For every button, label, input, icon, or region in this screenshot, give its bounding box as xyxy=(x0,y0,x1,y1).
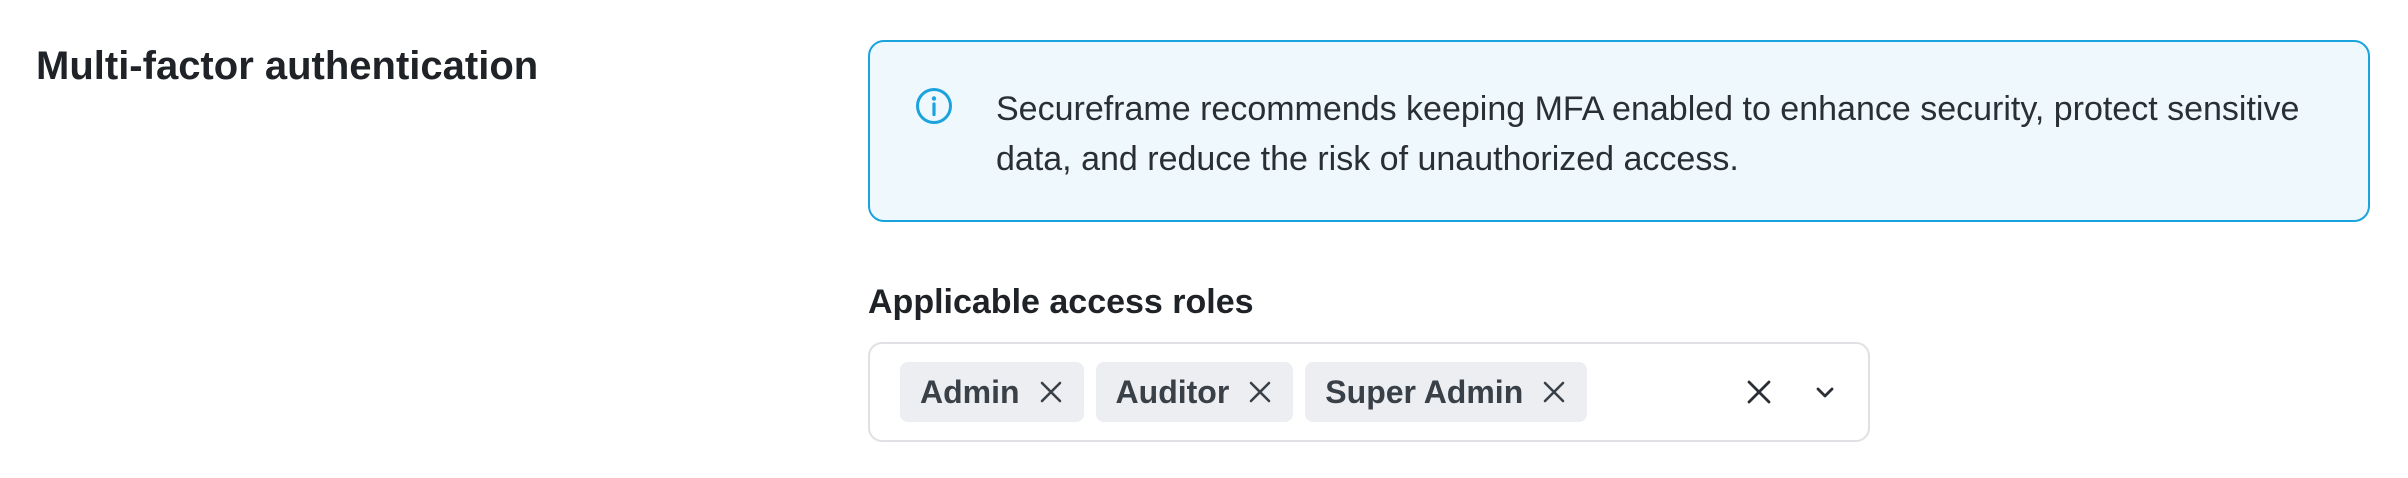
info-banner-text: Secureframe recommends keeping MFA enabl… xyxy=(996,90,2300,178)
chevron-down-icon[interactable] xyxy=(1808,375,1842,409)
role-chip-label: Auditor xyxy=(1115,373,1230,410)
section-title: Multi-factor authentication xyxy=(36,44,539,88)
role-chip-label: Admin xyxy=(920,373,1020,410)
close-icon[interactable] xyxy=(1742,375,1776,409)
close-icon[interactable] xyxy=(1038,379,1064,405)
mfa-settings-panel: Secureframe recommends keeping MFA enabl… xyxy=(868,40,2372,442)
role-chip-label: Super Admin xyxy=(1325,373,1524,410)
selected-roles: Admin Auditor Super Admin xyxy=(900,362,1588,422)
role-chip-admin: Admin xyxy=(900,362,1084,422)
close-icon[interactable] xyxy=(1247,379,1273,405)
access-roles-multiselect[interactable]: Admin Auditor Super Admin xyxy=(868,342,1870,442)
multiselect-controls xyxy=(1742,344,1842,440)
role-chip-auditor: Auditor xyxy=(1095,362,1294,422)
info-banner: Secureframe recommends keeping MFA enabl… xyxy=(868,40,2370,222)
settings-page: Multi-factor authentication Secureframe … xyxy=(0,0,2408,478)
info-icon xyxy=(914,86,954,126)
access-roles-label: Applicable access roles xyxy=(868,283,1254,321)
close-icon[interactable] xyxy=(1541,379,1567,405)
role-chip-super-admin: Super Admin xyxy=(1305,362,1588,422)
